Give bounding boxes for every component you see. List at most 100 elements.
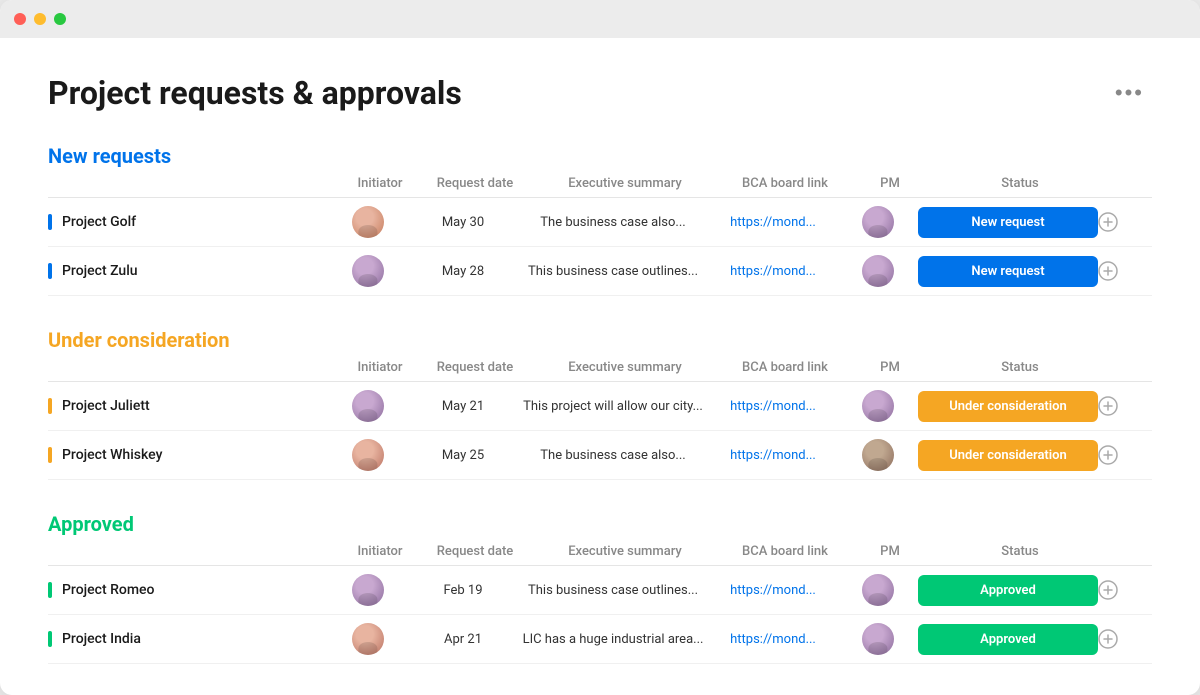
pm-cell (838, 574, 918, 606)
col-header-5: PM (850, 360, 930, 375)
col-header-3: Executive summary (530, 176, 720, 191)
col-header-2: Request date (420, 360, 530, 375)
status-cell[interactable]: Approved (918, 624, 1098, 655)
status-cell[interactable]: New request (918, 207, 1098, 238)
executive-summary-cell: This project will allow our city... (518, 399, 708, 414)
initiator-cell (328, 255, 408, 287)
initiator-avatar (352, 206, 384, 238)
pm-avatar (862, 439, 894, 471)
minimize-dot[interactable] (34, 13, 46, 25)
executive-summary-cell: This business case outlines... (518, 583, 708, 598)
titlebar (0, 0, 1200, 38)
section-header-new-requests: New requests (48, 144, 1152, 168)
bca-board-link-cell[interactable]: https://mond... (708, 215, 838, 230)
status-badge[interactable]: Approved (918, 575, 1098, 606)
close-dot[interactable] (14, 13, 26, 25)
col-header-6: Status (930, 176, 1110, 191)
table-row: Project Juliett May 21This project will a… (48, 382, 1152, 431)
bca-board-link-cell[interactable]: https://mond... (708, 264, 838, 279)
maximize-dot[interactable] (54, 13, 66, 25)
initiator-avatar (352, 439, 384, 471)
initiator-cell (328, 574, 408, 606)
sections-container: New requestsInitiatorRequest dateExecuti… (48, 144, 1152, 664)
status-cell[interactable]: New request (918, 256, 1098, 287)
status-badge[interactable]: New request (918, 207, 1098, 238)
initiator-avatar (352, 574, 384, 606)
project-name: Project Zulu (62, 263, 138, 279)
section-approved: Approved InitiatorRequest dateExecutive s… (48, 512, 1152, 664)
table-row: Project WhiskeyMay 25The business case a… (48, 431, 1152, 480)
add-row-button[interactable] (1098, 629, 1118, 649)
request-date-cell: May 25 (408, 448, 518, 463)
more-button[interactable]: ••• (1107, 76, 1152, 110)
row-name-cell: Project Romeo (48, 582, 328, 598)
col-header-5: PM (850, 544, 930, 559)
row-name-cell: Project India (48, 631, 328, 647)
add-row-button[interactable] (1098, 445, 1118, 465)
request-date-cell: May 21 (408, 399, 518, 414)
initiator-avatar (352, 255, 384, 287)
pm-cell (838, 390, 918, 422)
page-title: Project requests & approvals (48, 74, 462, 112)
bca-board-link-cell[interactable]: https://mond... (708, 399, 838, 414)
add-cell (1098, 212, 1130, 232)
add-row-button[interactable] (1098, 580, 1118, 600)
pm-cell (838, 623, 918, 655)
section-header-under-consideration: Under consideration (48, 328, 1152, 352)
add-row-button[interactable] (1098, 396, 1118, 416)
status-cell[interactable]: Under consideration (918, 391, 1098, 422)
col-header-7 (1110, 176, 1142, 191)
col-header-1: Initiator (340, 360, 420, 375)
pm-avatar (862, 255, 894, 287)
col-header-1: Initiator (340, 544, 420, 559)
col-header-2: Request date (420, 544, 530, 559)
row-border (48, 214, 52, 230)
col-header-4: BCA board link (720, 544, 850, 559)
status-cell[interactable]: Under consideration (918, 440, 1098, 471)
section-title-approved: Approved (48, 512, 134, 536)
col-header-4: BCA board link (720, 176, 850, 191)
executive-summary-cell: This business case outlines... (518, 264, 708, 279)
section-title-new-requests: New requests (48, 144, 171, 168)
pm-avatar (862, 623, 894, 655)
section-title-under-consideration: Under consideration (48, 328, 230, 352)
main-content: Project requests & approvals ••• New req… (0, 38, 1200, 695)
executive-summary-cell: LIC has a huge industrial area... (518, 632, 708, 647)
col-header-0 (60, 360, 340, 375)
section-new-requests: New requestsInitiatorRequest dateExecuti… (48, 144, 1152, 296)
col-header-6: Status (930, 544, 1110, 559)
add-cell (1098, 580, 1130, 600)
row-name-cell: Project Golf (48, 214, 328, 230)
pm-avatar (862, 206, 894, 238)
add-row-button[interactable] (1098, 261, 1118, 281)
col-headers-under-consideration: InitiatorRequest dateExecutive summaryBC… (48, 354, 1152, 382)
bca-board-link-cell[interactable]: https://mond... (708, 448, 838, 463)
bca-board-link-cell[interactable]: https://mond... (708, 583, 838, 598)
status-cell[interactable]: Approved (918, 575, 1098, 606)
status-badge[interactable]: Under consideration (918, 391, 1098, 422)
col-header-1: Initiator (340, 176, 420, 191)
col-header-7 (1110, 360, 1142, 375)
status-badge[interactable]: Approved (918, 624, 1098, 655)
col-header-6: Status (930, 360, 1110, 375)
project-name: Project Whiskey (62, 447, 162, 463)
pm-cell (838, 206, 918, 238)
col-header-3: Executive summary (530, 544, 720, 559)
row-border (48, 398, 52, 414)
executive-summary-cell: The business case also... (518, 215, 708, 230)
add-row-button[interactable] (1098, 212, 1118, 232)
initiator-avatar (352, 623, 384, 655)
status-badge[interactable]: New request (918, 256, 1098, 287)
row-name-cell: Project Juliett (48, 398, 328, 414)
request-date-cell: May 28 (408, 264, 518, 279)
request-date-cell: May 30 (408, 215, 518, 230)
initiator-cell (328, 390, 408, 422)
col-header-7 (1110, 544, 1142, 559)
project-name: Project Juliett (62, 398, 150, 414)
project-name: Project India (62, 631, 141, 647)
section-header-approved: Approved (48, 512, 1152, 536)
status-badge[interactable]: Under consideration (918, 440, 1098, 471)
add-cell (1098, 445, 1130, 465)
bca-board-link-cell[interactable]: https://mond... (708, 632, 838, 647)
row-name-cell: Project Whiskey (48, 447, 328, 463)
